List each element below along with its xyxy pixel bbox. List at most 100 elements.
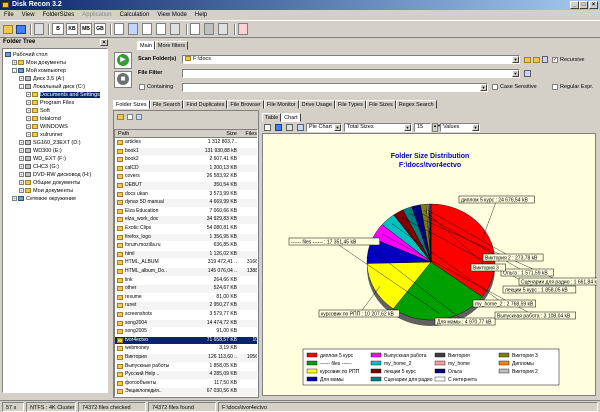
tree-item[interactable]: - Локальный диск (C:) <box>19 83 85 91</box>
tree-item[interactable]: + totalcmd <box>26 115 61 123</box>
up-folder-icon[interactable] <box>117 114 124 120</box>
table-row[interactable]: Энциклопедия.. 67 030,56 KB <box>115 388 257 396</box>
tree-item[interactable]: + WINDOWS <box>26 123 68 131</box>
chevron-down-icon[interactable]: ▼ <box>334 124 341 131</box>
chevron-down-icon[interactable]: ▼ <box>404 124 411 131</box>
table-row[interactable]: book1 131 930,88 kB <box>115 147 257 156</box>
filter-options-icon[interactable] <box>524 70 531 77</box>
tree-item[interactable]: - Мой компьютер <box>12 67 66 75</box>
collapse-icon[interactable]: - <box>12 68 17 74</box>
maximize-button[interactable]: □ <box>579 1 588 9</box>
filter-icon[interactable] <box>136 114 142 120</box>
expand-icon[interactable]: + <box>26 124 31 130</box>
chart-settings-icon[interactable] <box>297 124 304 131</box>
columns-icon[interactable] <box>170 23 180 35</box>
browse-folder-icon[interactable] <box>524 57 531 63</box>
menu-calculation[interactable]: Calculation <box>116 10 154 20</box>
table-row[interactable]: calCD 1 200,13 KB <box>115 164 257 173</box>
table-row[interactable]: dynax 5D manual 4 669,99 KB <box>115 199 257 207</box>
regex-checkbox[interactable] <box>552 84 558 90</box>
table-row[interactable]: фотообъекты 117,50 KB <box>115 380 257 388</box>
chart-mode-select[interactable]: Values ▼ <box>440 123 480 132</box>
tree-item[interactable]: + Мои документы <box>19 187 73 195</box>
table-row[interactable]: book2 2 607,41 KB <box>115 156 257 164</box>
tab-more-filters[interactable]: More filters <box>154 41 189 50</box>
table-row[interactable]: screenshots 3 579,77 KB <box>115 311 257 319</box>
table-row[interactable]: html 1 126,02 KB <box>115 250 257 259</box>
table-row[interactable]: elza_work_doc 34 929,83 KB <box>115 216 257 224</box>
refresh-icon[interactable] <box>127 114 133 120</box>
open-folder-icon[interactable] <box>3 25 13 34</box>
table-row[interactable]: Выпускные работы 1 858,05 KB <box>115 363 257 371</box>
tree-item[interactable]: + WD_EXT (F:) <box>19 155 66 163</box>
chart-count-input[interactable]: 15 <box>414 123 431 132</box>
col-path[interactable]: Path <box>118 130 129 138</box>
scan-icon[interactable] <box>34 23 44 35</box>
scan-go-button[interactable]: ► <box>114 52 132 69</box>
chevron-down-icon[interactable]: ▼ <box>512 56 519 63</box>
expand-icon[interactable]: + <box>26 132 31 138</box>
tree-item[interactable]: + CHC3 (G:) <box>19 163 59 171</box>
col-size[interactable]: Size <box>226 130 237 138</box>
expand-icon[interactable]: + <box>19 148 24 154</box>
tree-item[interactable]: + Общие документы <box>19 179 80 187</box>
tab-table[interactable]: Table <box>262 113 282 122</box>
table-row[interactable]: DEBUT 350,54 KB <box>115 182 257 190</box>
recursive-checkbox[interactable]: ✓ <box>552 57 558 63</box>
tab-file-monitor[interactable]: File Monitor <box>263 100 299 109</box>
table-row[interactable]: Elza Education 7 060,66 KB <box>115 208 257 216</box>
tree-item[interactable]: + xulrunner <box>26 131 63 139</box>
expand-icon[interactable]: + <box>12 196 17 202</box>
menu-help[interactable]: Help <box>191 10 211 20</box>
expand-icon[interactable]: + <box>19 140 24 146</box>
expand-icon[interactable]: + <box>19 156 24 162</box>
tab-folder-sizes[interactable]: Folder Sizes <box>113 100 150 109</box>
table-row[interactable]: other 524,67 KB <box>115 285 257 293</box>
tree-item[interactable]: + SG160_23EXT (D:) <box>19 139 81 147</box>
chart-metric-select[interactable]: Total Sizes ▼ <box>344 123 412 132</box>
chart-type-select[interactable]: Pie Chart ▼ <box>306 123 342 132</box>
table-view-icon[interactable] <box>142 23 152 35</box>
tree-item[interactable]: + WD300 (E:) <box>19 147 62 155</box>
tab-chart[interactable]: Chart <box>281 113 301 122</box>
expand-icon[interactable]: + <box>19 188 24 194</box>
close-button[interactable]: × <box>589 1 598 9</box>
table-row[interactable]: articles 1 312 803,7.. <box>115 139 257 147</box>
menu-application[interactable]: Application <box>78 10 115 20</box>
save-chart-icon[interactable] <box>275 124 282 131</box>
table-row[interactable]: Виктория 126 113,60 .. 1056 <box>115 354 257 362</box>
print-chart-icon[interactable] <box>286 124 293 131</box>
stop-button[interactable]: ■ <box>114 71 132 88</box>
tree-item[interactable]: Рабочий стол <box>5 51 48 59</box>
tab-drive-usage[interactable]: Drive Usage <box>298 100 335 109</box>
chevron-down-icon[interactable]: ▼ <box>512 70 519 77</box>
table-row[interactable]: docs ukan 3 573,99 KB <box>115 191 257 199</box>
save-icon[interactable] <box>16 25 26 34</box>
expand-icon[interactable]: + <box>19 164 24 170</box>
tab-file-sizes[interactable]: File Sizes <box>365 100 396 109</box>
grid-view-icon[interactable] <box>156 23 166 35</box>
menu-view-mode[interactable]: View Mode <box>153 10 191 20</box>
expand-icon[interactable]: + <box>19 76 24 82</box>
units-mb-button[interactable]: MB <box>80 23 92 35</box>
tab-file-types[interactable]: File Types <box>334 100 366 109</box>
tab-regex-search[interactable]: Regex Search <box>395 100 437 109</box>
containing-input[interactable]: ▼ <box>182 83 488 92</box>
table-row[interactable]: forum.mozilla.ru 636,85 KB <box>115 242 257 250</box>
table-row[interactable]: link 264,66 KB <box>115 277 257 285</box>
expand-icon[interactable]: + <box>12 60 17 66</box>
table-row[interactable]: HTML_ALBUM 319 472,41 .. 3166 <box>115 259 257 267</box>
expand-icon[interactable]: + <box>19 180 24 186</box>
expand-icon[interactable]: + <box>26 108 31 114</box>
col-files[interactable]: Files <box>245 130 257 138</box>
table-row[interactable]: resume 81,00 KB <box>115 294 257 302</box>
table-row[interactable]: song2005 91,00 KB <box>115 328 257 336</box>
copy-icon[interactable] <box>264 124 271 131</box>
table-row[interactable]: song2004 14 474,72 KB <box>115 319 257 328</box>
list-view-icon[interactable] <box>114 23 124 35</box>
help-icon[interactable] <box>238 23 248 35</box>
folder-tree[interactable]: Рабочий стол + Мои документы - Мой компьютер… <box>2 48 108 393</box>
expand-icon[interactable]: + <box>26 100 31 106</box>
scan-folder-input[interactable]: F:\docs ▼ <box>182 55 520 64</box>
units-kb-button[interactable]: KB <box>66 23 78 35</box>
